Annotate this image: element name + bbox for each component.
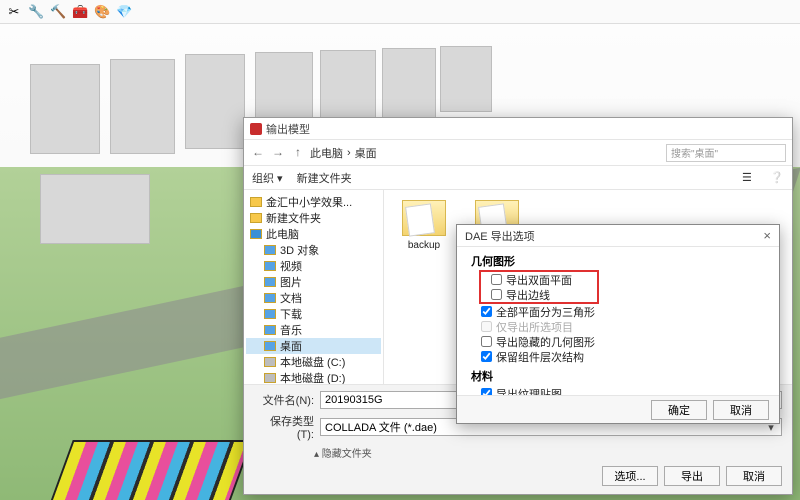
tree-item-icon bbox=[264, 325, 276, 335]
tree-item-icon bbox=[264, 341, 276, 351]
tree-item-label: 3D 对象 bbox=[280, 242, 319, 258]
tree-item-label: 本地磁盘 (C:) bbox=[280, 354, 345, 370]
new-folder-button[interactable]: 新建文件夹 bbox=[297, 170, 352, 186]
tree-item[interactable]: 本地磁盘 (D:) bbox=[246, 370, 381, 384]
building-model bbox=[185, 54, 245, 149]
checkbox-two-sided[interactable]: 导出双面平面 bbox=[481, 272, 595, 287]
folder-icon bbox=[402, 200, 446, 236]
tool-icon[interactable]: ✂ bbox=[6, 4, 22, 20]
sketchup-main-window: ✂ 🔧 🔨 🧰 🎨 💎 输出模型 ← → ↑ 此电脑 › 桌面 bbox=[0, 0, 800, 500]
tree-item[interactable]: 文档 bbox=[246, 290, 381, 306]
building-model bbox=[110, 59, 175, 154]
options-button[interactable]: 选项... bbox=[602, 466, 658, 486]
checkbox-edges[interactable]: 导出边线 bbox=[481, 287, 595, 302]
tree-item-label: 新建文件夹 bbox=[266, 210, 321, 226]
chevron-right-icon: › bbox=[347, 147, 351, 159]
tree-item[interactable]: 新建文件夹 bbox=[246, 210, 381, 226]
breadcrumb-item[interactable]: 此电脑 bbox=[310, 145, 343, 161]
building-model bbox=[440, 46, 492, 112]
hide-folders-toggle[interactable]: ▴ 隐藏文件夹 bbox=[314, 445, 782, 460]
checkbox-triangulate[interactable]: 全部平面分为三角形 bbox=[471, 304, 765, 319]
tree-item-icon bbox=[264, 309, 276, 319]
folder-item[interactable]: backup bbox=[394, 200, 454, 251]
export-button[interactable]: 导出 bbox=[664, 466, 720, 486]
tree-item[interactable]: 此电脑 bbox=[246, 226, 381, 242]
tree-item[interactable]: 音乐 bbox=[246, 322, 381, 338]
tree-item[interactable]: 本地磁盘 (C:) bbox=[246, 354, 381, 370]
address-bar: ← → ↑ 此电脑 › 桌面 搜索"桌面" bbox=[244, 140, 792, 166]
options-titlebar: DAE 导出选项 × bbox=[457, 225, 779, 247]
tree-item-icon bbox=[250, 213, 262, 223]
tree-item-icon bbox=[250, 197, 262, 207]
tree-item[interactable]: 下载 bbox=[246, 306, 381, 322]
nav-forward-icon[interactable]: → bbox=[270, 145, 286, 161]
command-bar: 组织 ▾ 新建文件夹 ☰ ❔ bbox=[244, 166, 792, 190]
group-materials: 材料 bbox=[471, 368, 765, 384]
dae-export-options-dialog: DAE 导出选项 × 几何图形 导出双面平面 导出边线 全部平面分为三角形 仅导… bbox=[456, 224, 780, 424]
tree-item-label: 下载 bbox=[280, 306, 302, 322]
tree-item-label: 桌面 bbox=[280, 338, 302, 354]
tree-item-icon bbox=[264, 261, 276, 271]
filename-label: 文件名(N): bbox=[254, 392, 314, 408]
dialog-titlebar: 输出模型 bbox=[244, 118, 792, 140]
checkbox-hidden-geometry[interactable]: 导出隐藏的几何图形 bbox=[471, 334, 765, 349]
app-icon bbox=[250, 123, 262, 135]
tool-icon[interactable]: 🔨 bbox=[50, 4, 66, 20]
dialog-title-text: 输出模型 bbox=[266, 121, 310, 137]
tree-item-label: 此电脑 bbox=[266, 226, 299, 242]
stadium-model bbox=[47, 440, 252, 500]
building-model bbox=[30, 64, 100, 154]
folder-tree[interactable]: 金汇中小学效果...新建文件夹此电脑3D 对象视频图片文档下载音乐桌面本地磁盘 … bbox=[244, 190, 384, 384]
tree-item[interactable]: 3D 对象 bbox=[246, 242, 381, 258]
ok-button[interactable]: 确定 bbox=[651, 400, 707, 420]
checkbox-export-textures[interactable]: 导出纹理贴图 bbox=[471, 386, 765, 395]
filetype-label: 保存类型(T): bbox=[254, 413, 314, 441]
tree-item-label: 本地磁盘 (D:) bbox=[280, 370, 345, 384]
nav-back-icon[interactable]: ← bbox=[250, 145, 266, 161]
checkbox-selection-only: 仅导出所选项目 bbox=[471, 319, 765, 334]
options-title-text: DAE 导出选项 bbox=[465, 228, 535, 244]
plugin-toolbar: ✂ 🔧 🔨 🧰 🎨 💎 bbox=[0, 0, 800, 24]
tree-item-label: 视频 bbox=[280, 258, 302, 274]
breadcrumb-item[interactable]: 桌面 bbox=[355, 145, 377, 161]
tree-item-label: 金汇中小学效果... bbox=[266, 194, 352, 210]
tree-item[interactable]: 金汇中小学效果... bbox=[246, 194, 381, 210]
tree-item[interactable]: 图片 bbox=[246, 274, 381, 290]
group-geometry: 几何图形 bbox=[471, 253, 765, 269]
tree-item-icon bbox=[264, 277, 276, 287]
close-icon[interactable]: × bbox=[763, 228, 771, 243]
tree-item-icon bbox=[264, 373, 276, 383]
breadcrumb[interactable]: 此电脑 › 桌面 bbox=[310, 145, 662, 161]
tool-icon[interactable]: 🔧 bbox=[28, 4, 44, 20]
tree-item[interactable]: 视频 bbox=[246, 258, 381, 274]
tree-item-icon bbox=[264, 293, 276, 303]
tree-item-label: 音乐 bbox=[280, 322, 302, 338]
checkbox-preserve-hierarchy[interactable]: 保留组件层次结构 bbox=[471, 349, 765, 364]
building-model bbox=[382, 48, 436, 120]
cancel-button[interactable]: 取消 bbox=[726, 466, 782, 486]
tool-icon[interactable]: 🎨 bbox=[94, 4, 110, 20]
highlighted-annotation: 导出双面平面 导出边线 bbox=[479, 270, 599, 304]
help-icon[interactable]: ❔ bbox=[770, 171, 784, 185]
view-mode-icon[interactable]: ☰ bbox=[742, 171, 756, 185]
tree-item-icon bbox=[264, 357, 276, 367]
search-input[interactable]: 搜索"桌面" bbox=[666, 144, 786, 162]
tree-item-label: 图片 bbox=[280, 274, 302, 290]
tool-icon[interactable]: 🧰 bbox=[72, 4, 88, 20]
tree-item-icon bbox=[264, 245, 276, 255]
nav-up-icon[interactable]: ↑ bbox=[290, 145, 306, 161]
folder-label: backup bbox=[394, 240, 454, 251]
tree-item-icon bbox=[250, 229, 262, 239]
building-model bbox=[40, 174, 150, 244]
tool-icon[interactable]: 💎 bbox=[116, 4, 132, 20]
tree-item[interactable]: 桌面 bbox=[246, 338, 381, 354]
organize-menu[interactable]: 组织 ▾ bbox=[252, 170, 283, 186]
cancel-button[interactable]: 取消 bbox=[713, 400, 769, 420]
tree-item-label: 文档 bbox=[280, 290, 302, 306]
